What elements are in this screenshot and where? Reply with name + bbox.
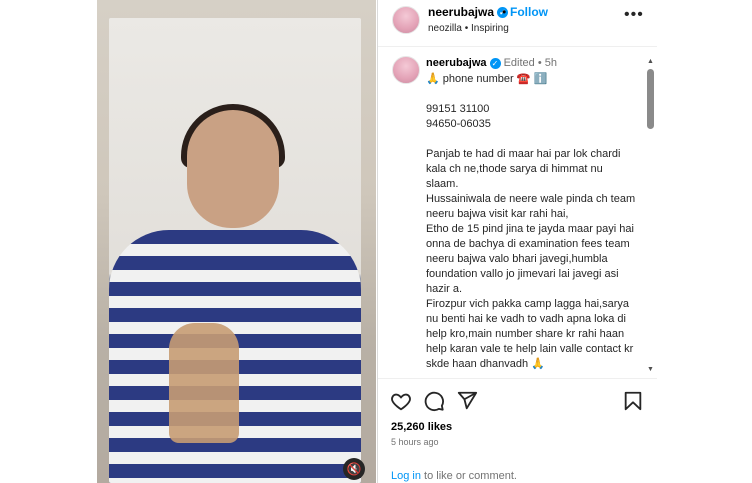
post-time[interactable]: 5 hours ago <box>391 437 439 447</box>
caption-dot: • <box>537 57 542 69</box>
edited-label: Edited <box>503 57 535 69</box>
more-options-icon[interactable]: ••• <box>624 6 644 24</box>
post-media <box>97 0 376 483</box>
follow-button[interactable]: Follow <box>510 5 548 19</box>
audio-track[interactable]: Inspiring <box>471 23 509 34</box>
caption: neerubajwa ✓ Edited • 5h 🙏 phone number ☎… <box>426 56 636 372</box>
sound-off-icon[interactable]: 🔇 <box>343 458 365 480</box>
caption-area: neerubajwa ✓ Edited • 5h 🙏 phone number ☎… <box>378 46 657 378</box>
caption-scrollbar[interactable]: ▲ ▼ <box>646 58 655 376</box>
video-person-face <box>187 110 279 228</box>
post-actions: 25,260 likes 5 hours ago Log in to like … <box>378 378 657 483</box>
audio-artist[interactable]: neozilla <box>428 23 462 34</box>
scrollbar-thumb[interactable] <box>647 69 654 129</box>
verified-badge-icon: ✓ <box>489 57 501 69</box>
video-sweater-bear-graphic <box>169 323 239 443</box>
reel-video[interactable] <box>109 18 361 483</box>
post-age[interactable]: 5h <box>545 57 557 69</box>
login-prompt-text: to like or comment. <box>420 470 517 482</box>
share-icon[interactable] <box>456 390 478 412</box>
avatar[interactable] <box>392 6 420 34</box>
caption-username[interactable]: neerubajwa <box>426 57 487 69</box>
caption-text: 🙏 phone number ☎️ ℹ️ 99151 31100 94650-0… <box>426 73 636 370</box>
scroll-up-icon[interactable]: ▲ <box>647 58 654 65</box>
login-link[interactable]: Log in <box>391 470 421 482</box>
caption-avatar[interactable] <box>392 56 420 84</box>
heart-icon[interactable] <box>390 390 412 412</box>
post-side-panel: neerubajwa ✓ • Follow neozilla • Inspirin… <box>377 0 657 483</box>
login-prompt: Log in to like or comment. <box>391 470 517 482</box>
comment-icon[interactable] <box>423 390 445 412</box>
scroll-down-icon[interactable]: ▼ <box>647 366 654 373</box>
author-username-text[interactable]: neerubajwa <box>428 5 494 19</box>
likes-count[interactable]: 25,260 likes <box>391 421 452 433</box>
audio-info: neozilla • Inspiring <box>428 23 509 34</box>
header-separator: • <box>502 5 507 19</box>
post-header: neerubajwa ✓ • Follow neozilla • Inspirin… <box>378 0 657 47</box>
caption-header: neerubajwa ✓ Edited • 5h <box>426 56 636 71</box>
audio-separator: • <box>464 23 469 34</box>
bookmark-icon[interactable] <box>622 390 644 412</box>
author-username[interactable]: neerubajwa ✓ <box>428 5 509 19</box>
